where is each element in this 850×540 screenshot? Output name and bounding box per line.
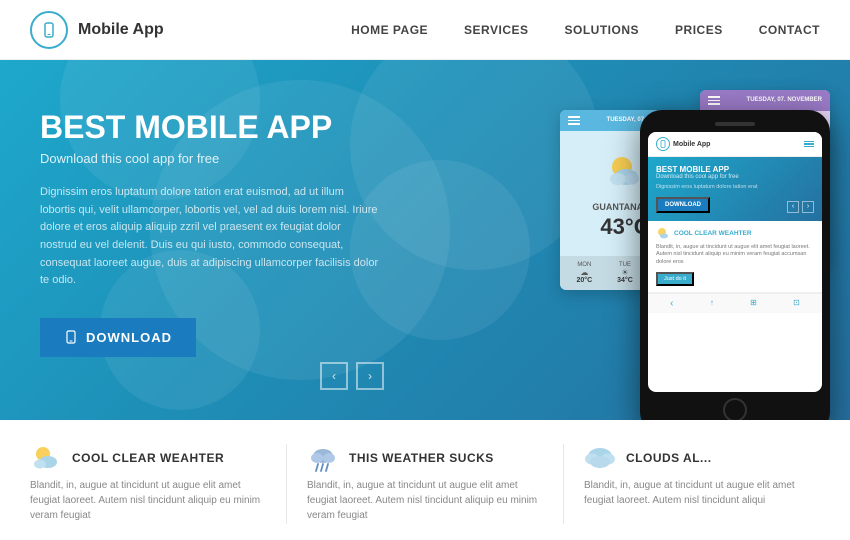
phone-logo-text: Mobile App [673, 141, 710, 148]
phone-feature-title: COOL CLEAR WEAHTER [674, 230, 752, 237]
phone-prev[interactable]: ‹ [787, 201, 799, 213]
feature-3-header: CLOUDS AL... [584, 444, 712, 472]
feature-3-icon [584, 444, 616, 472]
phone-home-button[interactable] [723, 398, 747, 420]
phone-header: Mobile App [648, 132, 822, 157]
nav-prices[interactable]: PRICES [675, 23, 723, 37]
phone-hamburger [804, 141, 814, 148]
phone-feature-button[interactable]: Just do it [656, 272, 694, 286]
logo-area: Mobile App [30, 11, 164, 49]
nav-services[interactable]: SERVICES [464, 23, 528, 37]
nav-contact[interactable]: CONTACT [759, 23, 820, 37]
feature-2-text: Blandit, in, augue at tincidunt ut augue… [307, 478, 543, 523]
phone-hero-desc: Dignissim eros luptatum dolore tation er… [656, 184, 814, 192]
feature-divider-2 [563, 444, 564, 524]
logo-title: Mobile App [78, 21, 164, 39]
feature-1: COOL CLEAR WEAHTER Blandit, in, augue at… [30, 444, 266, 524]
nav: HOME PAGE SERVICES SOLUTIONS PRICES CONT… [351, 23, 820, 37]
phone-feature-text: Blandit, in, augue at tincidunt ut augue… [656, 244, 814, 267]
features-section: COOL CLEAR WEAHTER Blandit, in, augue at… [0, 420, 850, 540]
nav-arrows: ‹ › [320, 362, 384, 390]
feature-2-icon [307, 444, 339, 472]
phone-icon [40, 21, 58, 39]
phone-hero-sub: Download this cool app for free [656, 174, 814, 180]
phone-nav-share[interactable]: ↑ [710, 298, 714, 309]
hamburger-icon-2 [708, 96, 720, 105]
feature-icon [656, 227, 670, 241]
feature-divider-1 [286, 444, 287, 524]
phone-hero-actions: DOWNLOAD ‹ › [656, 197, 814, 213]
feature-3: CLOUDS AL... Blandit, in, augue at tinci… [584, 444, 820, 524]
phone-bottom-nav: ‹ ↑ ⊞ ⊡ [648, 293, 822, 313]
nav-solutions[interactable]: SOLUTIONS [565, 23, 640, 37]
phone-feature-header: COOL CLEAR WEAHTER [656, 227, 814, 241]
phone-speaker [715, 122, 755, 126]
phone-feature: COOL CLEAR WEAHTER Blandit, in, augue at… [648, 221, 822, 293]
phone-nav-back[interactable]: ‹ [670, 298, 673, 309]
prev-arrow[interactable]: ‹ [320, 362, 348, 390]
phone-hero-title: BEST MOBILE APP [656, 165, 814, 174]
download-label: DOWNLOAD [86, 330, 172, 345]
card-purple-date: TUESDAY, 07. NOVEMBER [747, 97, 822, 103]
phone-outer: Mobile App BEST MOBILE APP Download this… [640, 110, 830, 420]
feature-3-title: CLOUDS AL... [626, 451, 712, 465]
phone-dl-label: DOWNLOAD [665, 202, 701, 208]
phone-feature-btn-label: Just do it [664, 276, 686, 282]
next-arrow[interactable]: › [356, 362, 384, 390]
day-mon: MON ☁ 20°C [577, 262, 593, 284]
phone-download-button[interactable]: DOWNLOAD [656, 197, 710, 213]
feature-2: THIS WEATHER SUCKS Blandit, in, augue at… [307, 444, 543, 524]
day-tue: TUE ☀ 34°C [617, 262, 633, 284]
hero-section: BEST MOBILE APP Download this cool app f… [0, 60, 850, 420]
hero-content: BEST MOBILE APP Download this cool app f… [0, 60, 420, 357]
hero-title: BEST MOBILE APP [40, 110, 380, 145]
phone-logo: Mobile App [656, 137, 710, 151]
download-button[interactable]: DOWNLOAD [40, 318, 196, 357]
phone-logo-icon [656, 137, 670, 151]
feature-1-title: COOL CLEAR WEAHTER [72, 451, 224, 465]
phone-hero: BEST MOBILE APP Download this cool app f… [648, 157, 822, 221]
phone-arrows: ‹ › [787, 201, 814, 213]
phones-area: TUESDAY, 07. NOVEMBER GUANTANAMO 43°C MO… [560, 80, 830, 290]
nav-home[interactable]: HOME PAGE [351, 23, 428, 37]
hero-desc: Dignissim eros luptatum dolore tation er… [40, 184, 380, 290]
feature-2-header: THIS WEATHER SUCKS [307, 444, 494, 472]
hero-subtitle: Download this cool app for free [40, 151, 380, 166]
feature-3-text: Blandit, in, augue at tincidunt ut augue… [584, 478, 820, 508]
phone-next[interactable]: › [802, 201, 814, 213]
phone-btn-icon [64, 330, 78, 344]
feature-1-header: COOL CLEAR WEAHTER [30, 444, 224, 472]
phone-screen: Mobile App BEST MOBILE APP Download this… [648, 132, 822, 392]
logo-icon [30, 11, 68, 49]
feature-1-icon [30, 444, 62, 472]
phone-mockup: Mobile App BEST MOBILE APP Download this… [640, 110, 830, 420]
card-purple-header: TUESDAY, 07. NOVEMBER [700, 90, 830, 111]
phone-nav-reload[interactable]: ⊡ [793, 298, 800, 309]
header: Mobile App HOME PAGE SERVICES SOLUTIONS … [0, 0, 850, 60]
hamburger-icon [568, 116, 580, 125]
feature-2-title: THIS WEATHER SUCKS [349, 451, 494, 465]
feature-1-text: Blandit, in, augue at tincidunt ut augue… [30, 478, 266, 523]
phone-nav-bookmark[interactable]: ⊞ [750, 298, 757, 309]
